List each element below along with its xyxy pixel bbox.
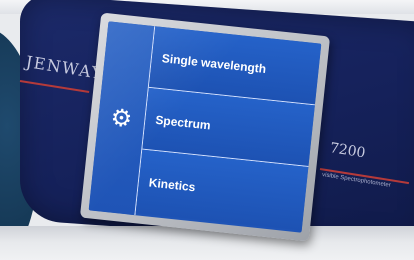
bottom-bezel [0,226,414,260]
screen-bezel: ⚙ Single wavelength Spectrum Kinetics [79,12,331,242]
menu-item-label: Kinetics [148,175,197,195]
gear-icon: ⚙ [109,103,134,134]
touchscreen: ⚙ Single wavelength Spectrum Kinetics [88,21,322,233]
menu-item-label: Single wavelength [161,50,267,76]
photo-scene: JENWAY 7200 visible Spectrophotometer ⚙ … [0,0,414,260]
main-menu: Single wavelength Spectrum Kinetics [135,26,322,232]
menu-item-label: Spectrum [154,112,212,133]
